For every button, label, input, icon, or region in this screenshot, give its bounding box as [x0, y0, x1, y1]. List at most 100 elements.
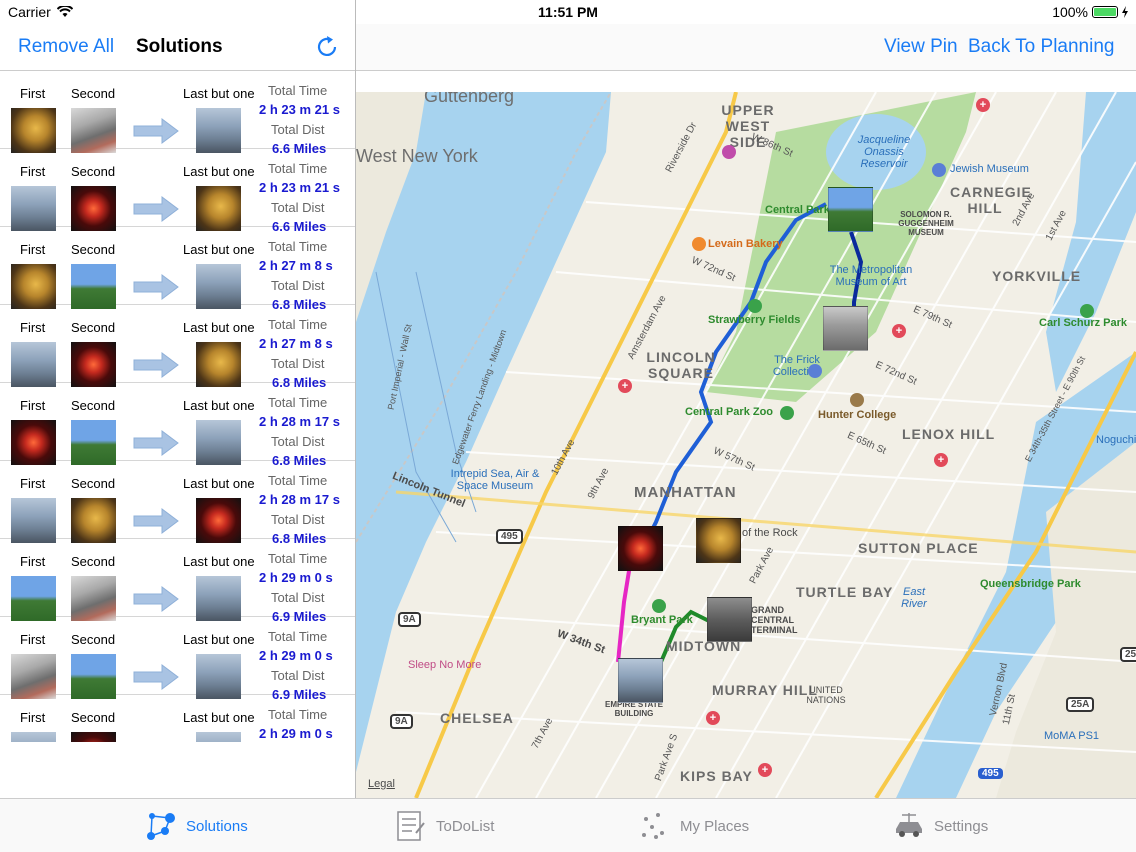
map-label-jewish-museum: Jewish Museum — [950, 163, 1029, 175]
zoo-pin-icon[interactable] — [780, 406, 794, 420]
first-label: First — [20, 476, 46, 491]
solution-row[interactable]: First Second Last but one Total Time 2 h… — [0, 228, 355, 312]
bakery-pin-icon[interactable] — [692, 237, 706, 251]
back-to-planning-button[interactable]: Back To Planning — [968, 36, 1114, 58]
arrow-right-icon — [133, 118, 179, 144]
first-photo-thumbnail — [11, 264, 56, 309]
total-time-value: 2 h 28 m 17 s — [259, 414, 340, 429]
map-legal-link[interactable]: Legal — [368, 778, 395, 790]
first-photo-thumbnail — [11, 342, 56, 387]
solution-row[interactable]: First Second Last but one Total Time 2 h… — [0, 618, 355, 702]
hospital-pin-icon[interactable]: + — [934, 453, 948, 467]
map-label-bryant-park: Bryant Park — [631, 614, 693, 626]
museum-pin-icon[interactable] — [932, 163, 946, 177]
hospital-pin-icon[interactable]: + — [706, 711, 720, 725]
solutions-nav-bar: Remove All Solutions — [0, 24, 355, 71]
last-but-one-label: Last but one — [183, 320, 255, 335]
total-dist-label: Total Dist — [271, 512, 325, 527]
solution-row[interactable]: First Second Last but one Total Time 2 h… — [0, 696, 355, 742]
last-but-one-photo-thumbnail — [196, 108, 241, 153]
last-but-one-photo-thumbnail — [196, 576, 241, 621]
map-photo-pin-rockefeller-tree[interactable] — [618, 526, 663, 571]
map-label-central-park-zoo: Central Park Zoo — [685, 406, 774, 418]
tab-todolist[interactable]: ToDoList — [394, 809, 494, 843]
solution-row[interactable]: First Second Last but one Total Time 2 h… — [0, 462, 355, 546]
total-time-value: 2 h 29 m 0 s — [259, 570, 333, 585]
total-time-label: Total Time — [268, 161, 328, 176]
park-pin-icon[interactable] — [1080, 304, 1094, 318]
second-photo-thumbnail — [71, 264, 116, 309]
map-label-yorkville: YORKVILLE — [992, 268, 1082, 284]
tab-settings-label: Settings — [934, 817, 989, 835]
total-time-value: 2 h 29 m 0 s — [259, 726, 333, 741]
first-photo-thumbnail — [11, 498, 56, 543]
hospital-pin-icon[interactable]: + — [618, 379, 632, 393]
last-but-one-label: Last but one — [183, 632, 255, 647]
map-photo-pin-central-park[interactable] — [828, 187, 873, 232]
park-pin-icon[interactable] — [652, 599, 666, 613]
last-but-one-label: Last but one — [183, 710, 255, 725]
tab-my-places[interactable]: My Places — [638, 809, 749, 843]
total-time-label: Total Time — [268, 317, 328, 332]
map-photo-pin-rockefeller-statue[interactable] — [696, 518, 741, 563]
tab-todolist-label: ToDoList — [436, 817, 495, 835]
battery-percent: 100% — [1052, 4, 1088, 20]
map-label-sleep-no-more: Sleep No More — [408, 659, 482, 671]
tab-solutions[interactable]: Solutions — [144, 809, 248, 843]
solution-row[interactable]: First Second Last but one Total Time 2 h… — [0, 306, 355, 390]
solution-row[interactable]: First Second Last but one Total Time 2 h… — [0, 384, 355, 468]
first-photo-thumbnail — [11, 108, 56, 153]
hospital-pin-icon[interactable]: + — [976, 98, 990, 112]
map-label-hunter: Hunter College — [818, 409, 897, 421]
first-label: First — [20, 554, 46, 569]
map-photo-pin-empire-state[interactable] — [618, 658, 663, 703]
solution-row[interactable]: First Second Last but one Total Time 2 h… — [0, 72, 355, 156]
total-time-value: 2 h 29 m 0 s — [259, 648, 333, 663]
remove-all-button[interactable]: Remove All — [18, 36, 114, 58]
last-but-one-label: Last but one — [183, 242, 255, 257]
hospital-pin-icon[interactable]: + — [758, 763, 772, 777]
refresh-icon[interactable] — [314, 34, 340, 60]
second-photo-thumbnail — [71, 576, 116, 621]
map-label-carl-schurz: Carl Schurz Park — [1039, 317, 1128, 329]
arrow-right-icon — [133, 586, 179, 612]
map-photo-pin-met-museum[interactable] — [823, 306, 868, 351]
arrow-right-icon — [132, 741, 180, 742]
solution-row[interactable]: First Second Last but one Total Time 2 h… — [0, 150, 355, 234]
map-label-met: The Metropolitan Museum of Art — [829, 264, 913, 288]
view-pin-button[interactable]: View Pin — [884, 36, 958, 58]
total-dist-label: Total Dist — [271, 668, 325, 683]
solution-row[interactable]: First Second Last but one Total Time 2 h… — [0, 540, 355, 624]
museum-pin-icon[interactable] — [722, 145, 736, 159]
total-time-value: 2 h 23 m 21 s — [259, 102, 340, 117]
arrow-right-icon — [133, 430, 179, 456]
last-but-one-label: Last but one — [183, 476, 255, 491]
hospital-pin-icon[interactable]: + — [892, 324, 906, 338]
map-label-united-nations: UNITED NATIONS — [806, 685, 846, 705]
total-time-label: Total Time — [268, 83, 328, 98]
college-pin-icon[interactable] — [850, 393, 864, 407]
map-photo-pin-grand-central[interactable] — [707, 597, 752, 642]
second-label: Second — [71, 242, 116, 257]
first-label: First — [20, 710, 46, 725]
second-label: Second — [71, 86, 116, 101]
status-bar: Carrier 11:51 PM 100% — [0, 0, 1136, 24]
tab-settings[interactable]: Settings — [892, 809, 988, 843]
last-but-one-photo-thumbnail — [196, 186, 241, 231]
highway-shield-25: 25 — [1120, 647, 1136, 662]
second-label: Second — [71, 476, 116, 491]
second-photo-thumbnail — [71, 420, 116, 465]
total-time-value: 2 h 27 m 8 s — [259, 258, 333, 273]
solutions-list[interactable]: First Second Last but one Total Time 2 h… — [0, 72, 355, 742]
map-label-murray-hill: MURRAY HILL — [712, 682, 818, 698]
park-pin-icon[interactable] — [748, 299, 762, 313]
map-view[interactable]: Guttenberg West New York UPPER WEST SIDE… — [356, 92, 1136, 798]
second-label: Second — [71, 554, 116, 569]
museum-pin-icon[interactable] — [808, 364, 822, 378]
total-dist-label: Total Dist — [271, 122, 325, 137]
last-but-one-photo-thumbnail — [196, 420, 241, 465]
second-photo-thumbnail — [71, 498, 116, 543]
total-time-label: Total Time — [268, 395, 328, 410]
arrow-right-icon — [133, 196, 179, 222]
highway-shield-495-west: 495 — [496, 529, 523, 544]
